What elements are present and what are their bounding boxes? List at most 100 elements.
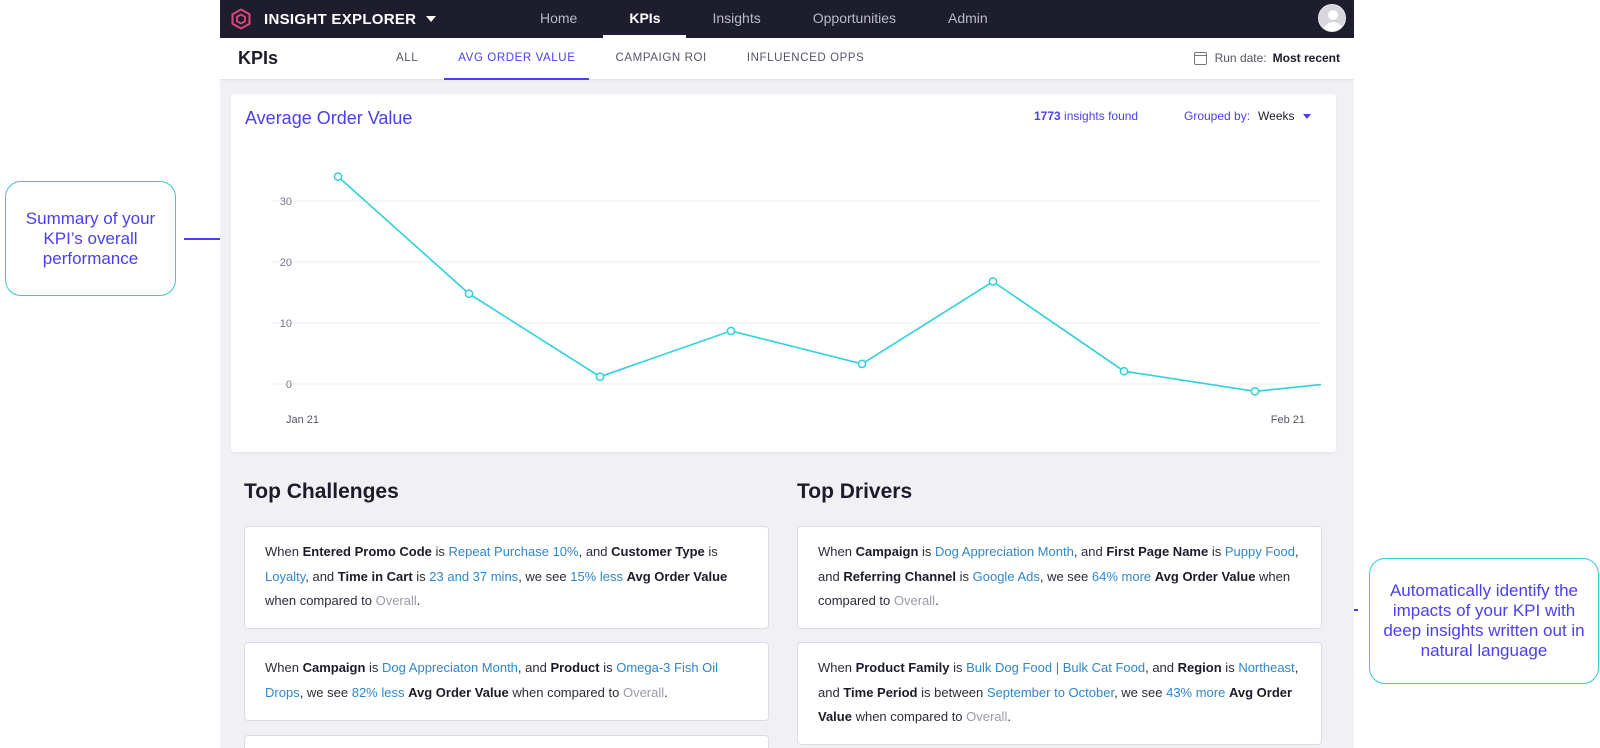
- x-tick-label: Feb 21: [1271, 414, 1305, 426]
- run-date-value: Most recent: [1272, 51, 1340, 65]
- insight-dimension: Campaign: [855, 544, 919, 559]
- insight-dimension: Entered Promo Code: [302, 544, 432, 559]
- insight-baseline: Overall: [966, 709, 1008, 724]
- insight-value-link[interactable]: 64% more: [1092, 569, 1151, 584]
- data-point: [857, 359, 867, 369]
- data-point: [333, 172, 343, 181]
- insight-text: When: [818, 544, 856, 559]
- driver-card[interactable]: When Product Family is Bulk Dog Food | B…: [797, 642, 1322, 745]
- annotation-insights-text: Automatically identify the impacts of yo…: [1383, 581, 1585, 660]
- insight-text: When: [265, 544, 303, 559]
- tab-campaign-roi[interactable]: CAMPAIGN ROI: [601, 38, 720, 80]
- insight-dimension: Campaign: [302, 660, 366, 675]
- insight-value-link[interactable]: Dog Appreciation Month: [935, 544, 1074, 559]
- insight-text: .: [935, 593, 939, 608]
- data-point: [464, 289, 474, 299]
- insight-text: is: [704, 544, 718, 559]
- insight-value-link[interactable]: 23 and 37 mins: [429, 569, 518, 584]
- insight-text: , and: [305, 568, 338, 584]
- y-tick-label: 10: [280, 318, 292, 330]
- annotation-kpi-summary: Summary of your KPI’s overall performanc…: [5, 181, 176, 296]
- kpi-chart-card: Average Order Value 1773 insights found …: [231, 94, 1336, 452]
- nav-insights[interactable]: Insights: [686, 0, 786, 38]
- insight-value-link[interactable]: Loyalty: [265, 569, 305, 584]
- calendar-icon: [1193, 51, 1207, 65]
- insight-text: , we see: [518, 568, 571, 584]
- challenges-title: Top Challenges: [244, 480, 399, 503]
- insight-text: is: [431, 544, 449, 559]
- data-point: [988, 277, 998, 286]
- data-point: [726, 326, 736, 336]
- user-avatar[interactable]: [1318, 4, 1346, 32]
- driver-card[interactable]: When Campaign is Dog Appreciation Month,…: [797, 526, 1322, 629]
- y-tick-label: 30: [280, 196, 292, 208]
- run-date-label: Run date:: [1214, 51, 1267, 65]
- hexagon-logo-icon: [231, 8, 251, 30]
- insight-text: is: [599, 660, 617, 675]
- tab-all[interactable]: ALL: [382, 38, 432, 80]
- nav-home[interactable]: Home: [514, 0, 603, 38]
- brand-menu[interactable]: INSIGHT EXPLORER: [230, 8, 437, 30]
- tab-influenced-opps[interactable]: INFLUENCED OPPS: [733, 38, 879, 80]
- insight-text: , we see: [1039, 568, 1092, 584]
- insight-value-link[interactable]: Repeat Purchase 10%: [449, 544, 579, 559]
- insight-text: when compared to: [851, 709, 967, 724]
- challenge-card[interactable]: When Campaign is Dog Appreciaton Month, …: [244, 642, 769, 721]
- insight-dimension: Customer Type: [611, 544, 705, 559]
- insight-text: is: [412, 568, 430, 584]
- app-window: INSIGHT EXPLORER Home KPIs Insights Oppo…: [220, 0, 1354, 748]
- insight-text: is: [1208, 544, 1225, 559]
- tab-avg-order-value[interactable]: AVG ORDER VALUE: [444, 38, 590, 80]
- data-point: [1250, 386, 1260, 396]
- insight-value-link[interactable]: 15% less: [570, 569, 623, 584]
- insight-baseline: Overall: [375, 593, 417, 608]
- insight-dimension: Referring Channel: [843, 568, 956, 584]
- run-date-selector[interactable]: Run date: Most recent: [1193, 51, 1340, 65]
- nav-admin[interactable]: Admin: [922, 0, 1014, 38]
- insight-text: .: [1007, 709, 1011, 724]
- kpi-tabs: ALL AVG ORDER VALUE CAMPAIGN ROI INFLUEN…: [382, 38, 890, 80]
- challenge-card[interactable]: When Entered Promo Code is Repeat Purcha…: [244, 526, 769, 629]
- y-tick-label: 0: [286, 379, 292, 391]
- insight-text: .: [664, 684, 668, 700]
- insight-value-link[interactable]: Bulk Dog Food | Bulk Cat Food: [966, 660, 1145, 675]
- insight-value-link[interactable]: Northeast: [1238, 660, 1294, 675]
- insight-text: is: [956, 568, 973, 584]
- insight-text: , we see: [1114, 684, 1167, 700]
- insight-dimension: First Page Name: [1106, 544, 1209, 559]
- insight-value-link[interactable]: September to October: [987, 685, 1114, 700]
- drivers-title: Top Drivers: [797, 480, 913, 503]
- insight-dimension: Region: [1177, 660, 1222, 675]
- insight-dimension: Avg Order Value: [626, 568, 728, 584]
- insight-text: , and: [1145, 660, 1178, 675]
- line-chart: 0 10 20 30 Jan 21 Feb 21: [271, 172, 1321, 426]
- insight-dimension: Avg Order Value: [408, 684, 509, 700]
- brand-name: INSIGHT EXPLORER: [264, 10, 417, 28]
- insight-text: is between: [917, 684, 987, 700]
- challenge-card[interactable]: [244, 735, 769, 748]
- insight-dimension: Avg Order Value: [1154, 568, 1256, 584]
- insight-text: is: [1221, 660, 1239, 675]
- main-nav: Home KPIs Insights Opportunities Admin: [514, 0, 1014, 38]
- insight-value-link[interactable]: 82% less: [352, 685, 405, 700]
- page-title: KPIs: [238, 48, 279, 68]
- insight-text: , and: [578, 544, 612, 559]
- nav-kpis[interactable]: KPIs: [603, 0, 687, 38]
- insight-dimension: Product: [550, 660, 600, 675]
- insight-text: .: [416, 593, 421, 608]
- insight-text: , we see: [299, 684, 352, 700]
- insight-dimension: Product Family: [855, 660, 950, 675]
- series-line: [337, 176, 1321, 393]
- insight-value-link[interactable]: Dog Appreciaton Month: [382, 660, 518, 675]
- data-point: [1119, 366, 1129, 376]
- insight-value-link[interactable]: Puppy Food: [1225, 544, 1295, 559]
- insight-dimension: Time Period: [843, 684, 918, 700]
- insight-value-link[interactable]: Google Ads: [973, 569, 1040, 584]
- insight-dimension: Time in Cart: [337, 568, 413, 584]
- nav-opportunities[interactable]: Opportunities: [787, 0, 922, 38]
- insight-value-link[interactable]: 43% more: [1166, 685, 1225, 700]
- annotation-kpi-summary-text: Summary of your KPI’s overall performanc…: [25, 208, 156, 268]
- avatar-body: [1323, 22, 1343, 31]
- insight-text: when compared to: [508, 684, 623, 700]
- kpi-subnav: KPIs ALL AVG ORDER VALUE CAMPAIGN ROI IN…: [220, 38, 1354, 80]
